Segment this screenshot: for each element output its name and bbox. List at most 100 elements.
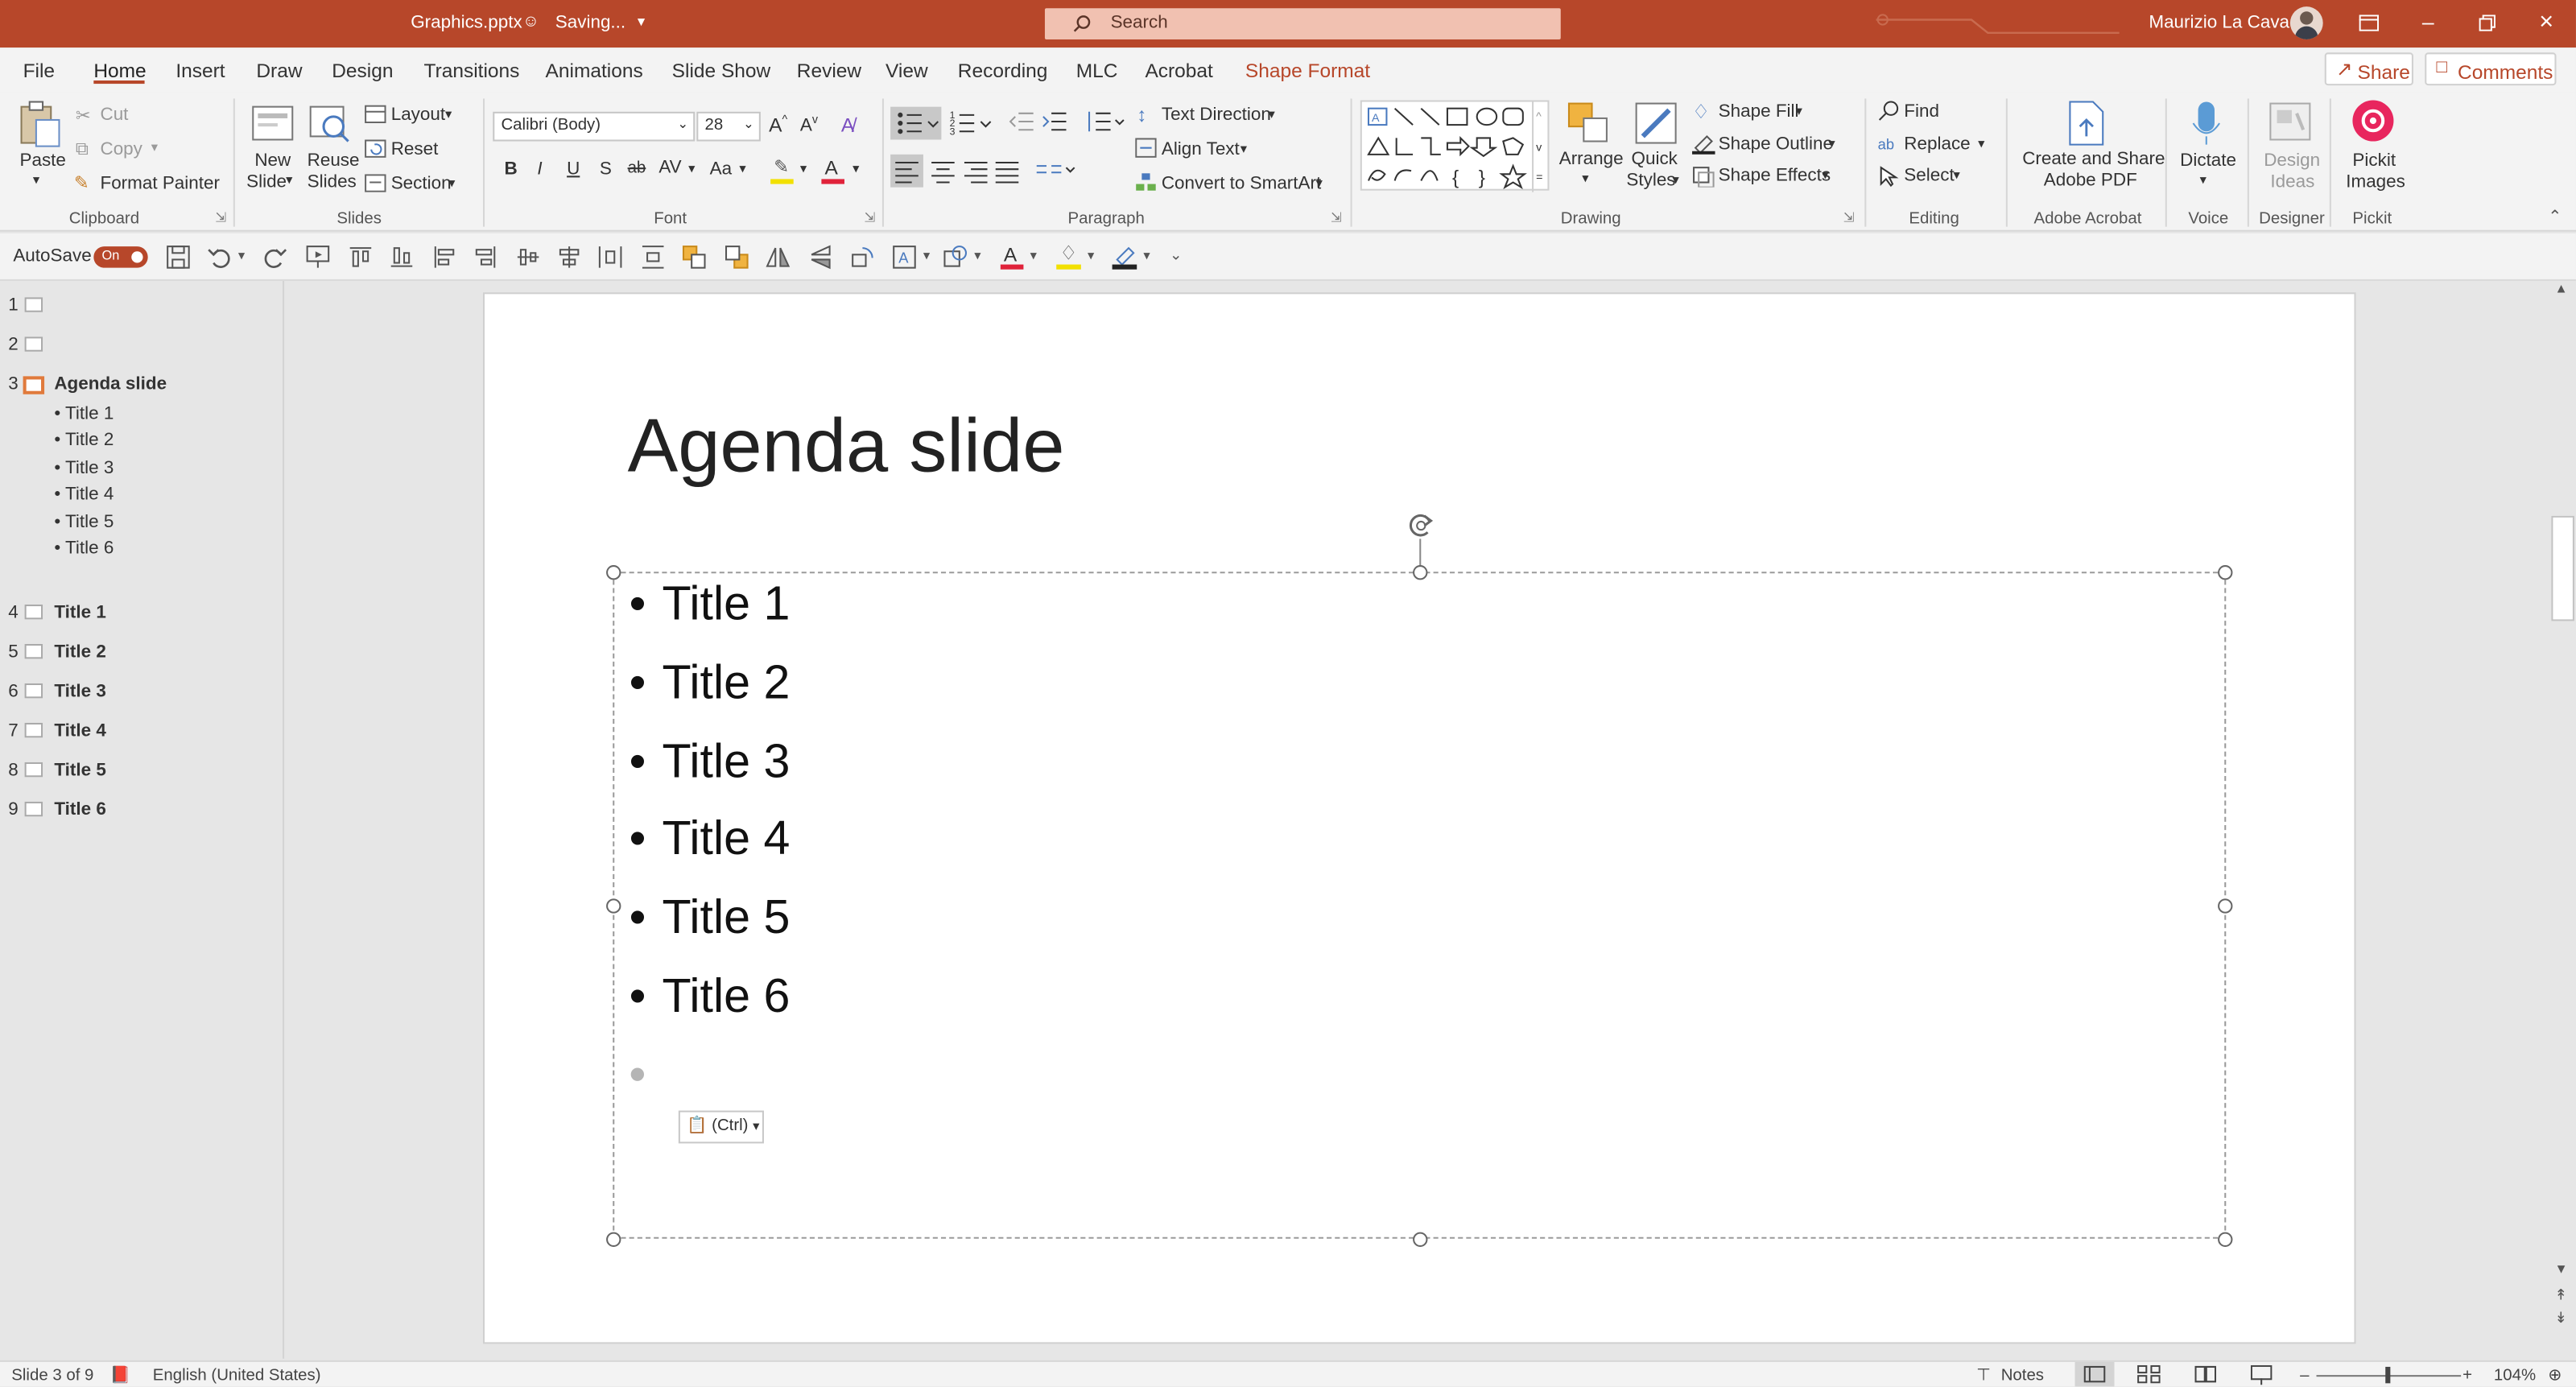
change-case-icon[interactable]: Aa	[710, 159, 732, 179]
slide-show-view-icon[interactable]	[2250, 1364, 2273, 1385]
tab-draw[interactable]: Draw	[256, 59, 302, 82]
zoom-level[interactable]: 104%	[2494, 1367, 2536, 1385]
slide-title[interactable]: Agenda slide	[628, 401, 1065, 489]
rotate-icon[interactable]	[849, 245, 874, 270]
chevron-down-icon[interactable]: ▾	[1954, 167, 1960, 182]
pickit-label-2[interactable]: Images	[2346, 172, 2405, 192]
strikethrough-icon[interactable]: ab	[628, 159, 646, 177]
highlight-color-icon[interactable]: ✎	[770, 158, 794, 184]
slide-sorter-icon[interactable]	[2137, 1364, 2161, 1384]
fit-to-window-icon[interactable]: ⊕	[2548, 1367, 2562, 1385]
shadow-icon[interactable]: S	[600, 159, 612, 179]
chevron-down-icon[interactable]: ▾	[1582, 171, 1588, 185]
replace-button[interactable]: Replace	[1904, 134, 1970, 154]
tab-view[interactable]: View	[886, 59, 928, 82]
undo-icon[interactable]	[207, 245, 232, 270]
slide-icon[interactable]	[24, 801, 43, 817]
bold-icon[interactable]: B	[505, 159, 518, 179]
chevron-down-icon[interactable]: ▾	[974, 248, 980, 262]
font-launcher-icon[interactable]: ⇲	[864, 210, 875, 225]
format-painter-button[interactable]: Format Painter	[100, 174, 219, 193]
outline-bullet[interactable]: • Title 3	[54, 458, 114, 477]
align-left-objects-icon[interactable]	[432, 245, 457, 270]
collapse-ribbon-icon[interactable]: ⌃	[2548, 208, 2562, 226]
slide-icon[interactable]	[24, 605, 43, 620]
send-backward-icon[interactable]	[724, 245, 749, 270]
outline-bullet[interactable]: • Title 6	[54, 539, 114, 558]
align-right-icon[interactable]	[961, 155, 991, 188]
tab-design[interactable]: Design	[332, 59, 393, 82]
chevron-down-icon[interactable]: ▾	[923, 248, 930, 262]
resize-handle[interactable]	[1413, 1232, 1428, 1247]
distribute-vertically-icon[interactable]	[641, 245, 666, 270]
increase-indent-icon[interactable]	[1042, 110, 1068, 134]
flip-horizontal-icon[interactable]	[766, 245, 791, 270]
resize-handle[interactable]	[606, 898, 621, 914]
chevron-down-icon[interactable]: ▾	[800, 161, 807, 175]
slide-icon[interactable]	[24, 762, 43, 778]
line-spacing-icon[interactable]	[1084, 110, 1127, 134]
slide-icon[interactable]	[24, 297, 43, 312]
font-size-select[interactable]: 28 ⌄	[696, 111, 761, 142]
scroll-up-icon[interactable]: ▲	[2554, 281, 2567, 295]
autosave-toggle[interactable]: On	[93, 246, 148, 268]
outline-slide-title[interactable]: Title 5	[54, 761, 105, 780]
tab-recording[interactable]: Recording	[958, 59, 1048, 82]
qat-font-color-icon[interactable]: A	[1000, 243, 1024, 270]
outline-slide-title[interactable]: Title 1	[54, 603, 105, 622]
chevron-down-icon[interactable]: ▾	[1978, 136, 1984, 151]
shape-outline-button[interactable]: Shape Outline	[1719, 134, 1833, 154]
reuse-slides-label-1[interactable]: Reuse	[308, 151, 360, 171]
share-button[interactable]: ↗ Share	[2324, 52, 2413, 86]
chevron-down-icon[interactable]: ▾	[852, 161, 859, 175]
resize-handle[interactable]	[2218, 565, 2233, 580]
numbering-icon[interactable]: 123	[948, 107, 994, 140]
zoom-slider-thumb[interactable]	[2385, 1366, 2391, 1384]
notes-button[interactable]: Notes	[2001, 1367, 2044, 1385]
tab-mlc[interactable]: MLC	[1076, 59, 1118, 82]
tab-transitions[interactable]: Transitions	[424, 59, 520, 82]
copy-button[interactable]: Copy	[100, 139, 142, 159]
tab-animations[interactable]: Animations	[546, 59, 643, 82]
slide-icon[interactable]	[24, 336, 43, 352]
align-left-button[interactable]	[890, 154, 923, 188]
reuse-slides-icon[interactable]	[308, 100, 353, 146]
start-slideshow-icon[interactable]	[306, 245, 331, 270]
chevron-down-icon[interactable]: ▾	[688, 161, 695, 175]
outline-slide-title[interactable]: Agenda slide	[54, 374, 167, 394]
bullets-button[interactable]	[890, 106, 942, 140]
scroll-down-icon[interactable]: ▼	[2554, 1261, 2567, 1276]
pickit-label-1[interactable]: Pickit	[2352, 151, 2396, 171]
layout-chevron-icon[interactable]: ▾	[445, 107, 452, 122]
convert-smartart-button[interactable]: Convert to SmartArt	[1162, 174, 1321, 193]
increase-font-size-icon[interactable]: A^	[769, 114, 787, 137]
slide-bullet[interactable]: • Title 1	[630, 578, 791, 632]
decrease-font-size-icon[interactable]: Av	[800, 115, 818, 136]
create-pdf-label-1[interactable]: Create and Share	[2022, 150, 2165, 169]
tab-shape-format[interactable]: Shape Format	[1245, 59, 1370, 82]
spelling-icon[interactable]: 📕	[110, 1367, 130, 1385]
justify-icon[interactable]	[993, 155, 1022, 188]
dictate-button[interactable]: Dictate	[2180, 151, 2236, 171]
close-button[interactable]: ×	[2530, 6, 2563, 39]
chevron-down-icon[interactable]: ▾	[1030, 248, 1037, 262]
new-slide-label-2[interactable]: Slide	[246, 172, 287, 192]
chevron-down-icon[interactable]: ▾	[1268, 107, 1274, 122]
notes-icon[interactable]: ⊤	[1976, 1367, 1991, 1385]
zoom-out-icon[interactable]: –	[2300, 1367, 2309, 1385]
cut-button[interactable]: Cut	[100, 105, 128, 125]
chevron-down-icon[interactable]: ▾	[1796, 104, 1802, 118]
select-button[interactable]: Select	[1904, 166, 1954, 185]
clipboard-launcher-icon[interactable]: ⇲	[215, 210, 226, 225]
reset-button[interactable]: Reset	[391, 139, 439, 159]
quick-styles-icon[interactable]	[1633, 100, 1679, 146]
align-bottom-icon[interactable]	[390, 245, 415, 270]
align-right-objects-icon[interactable]	[473, 245, 498, 270]
minimize-button[interactable]: –	[2412, 6, 2445, 39]
italic-icon[interactable]: I	[537, 159, 542, 179]
create-pdf-label-2[interactable]: Adobe PDF	[2044, 171, 2137, 190]
align-center-objects-icon[interactable]	[557, 245, 582, 270]
align-middle-icon[interactable]	[516, 245, 541, 270]
arrange-button[interactable]: Arrange	[1559, 150, 1624, 169]
restore-button[interactable]	[2471, 6, 2504, 39]
